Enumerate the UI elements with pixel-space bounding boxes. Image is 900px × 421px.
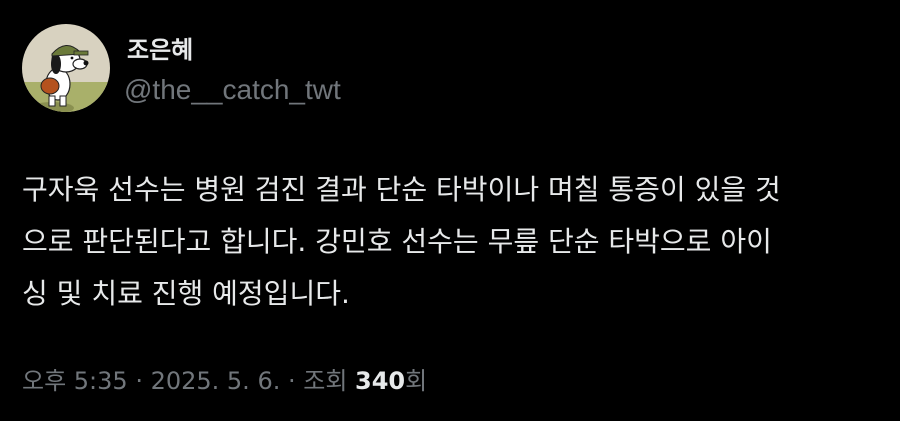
tweet-text-line: 으로 판단된다고 합니다. 강민호 선수는 무릎 단순 타박으로 아이: [22, 225, 772, 258]
author-display-name[interactable]: 조은혜: [127, 36, 193, 64]
views-label: 조회: [303, 367, 356, 395]
tweet-text-line: 싱 및 치료 진행 예정입니다.: [22, 277, 350, 310]
views-suffix: 회: [405, 367, 428, 395]
tweet-time[interactable]: 오후 5:35: [22, 367, 128, 395]
author-handle[interactable]: @the__catch_twt: [124, 74, 341, 106]
tweet: 조은혜 @the__catch_twt 구자욱 선수는 병원 검진 결과 단순 …: [0, 0, 900, 421]
meta-separator: ·: [280, 367, 304, 395]
tweet-date[interactable]: 2025. 5. 6.: [151, 367, 281, 395]
tweet-text-line: 구자욱 선수는 병원 검진 결과 단순 타박이나 며칠 통증이 있을 것: [22, 173, 781, 206]
meta-separator: ·: [127, 367, 151, 395]
tweet-meta: 오후 5:35 · 2025. 5. 6. · 조회 340회: [22, 365, 427, 397]
views-count: 340: [355, 367, 406, 395]
avatar[interactable]: [22, 24, 110, 112]
snoopy-baseball-avatar-icon: [22, 24, 110, 112]
tweet-text: 구자욱 선수는 병원 검진 결과 단순 타박이나 며칠 통증이 있을 것 으로 …: [22, 164, 882, 320]
